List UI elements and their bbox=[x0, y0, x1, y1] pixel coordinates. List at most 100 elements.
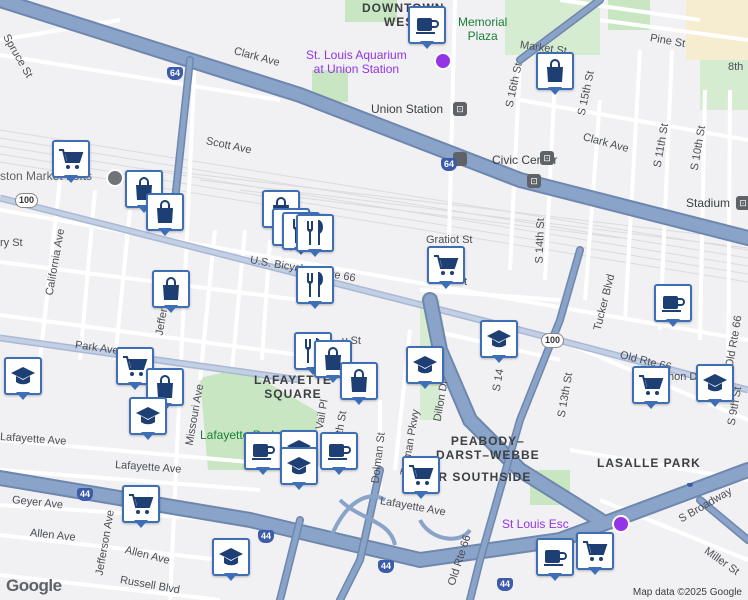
school-icon bbox=[406, 346, 444, 384]
marker-pointer bbox=[418, 381, 432, 389]
coffee-icon bbox=[536, 538, 574, 576]
cart-icon bbox=[402, 456, 440, 494]
marker-pointer bbox=[588, 567, 602, 575]
coffee-icon bbox=[408, 6, 446, 44]
coffee-place-marker[interactable] bbox=[244, 432, 282, 478]
fork-knife-place-marker[interactable] bbox=[296, 266, 334, 312]
cart-place-marker[interactable] bbox=[427, 246, 465, 292]
cart-icon bbox=[122, 485, 160, 523]
marker-pointer bbox=[64, 175, 78, 183]
train-station-icon: ⊡ bbox=[453, 102, 467, 116]
marker-pointer bbox=[326, 375, 340, 383]
marker-pointer bbox=[352, 397, 366, 405]
school-place-marker[interactable] bbox=[280, 447, 318, 493]
train-station-icon: ⊡ bbox=[540, 151, 554, 165]
interstate-44-shield: 44 bbox=[258, 530, 275, 543]
marker-pointer bbox=[128, 382, 142, 390]
fork-knife-place-marker[interactable] bbox=[296, 214, 334, 260]
marker-pointer bbox=[158, 228, 172, 236]
marker-pointer bbox=[548, 87, 562, 95]
school-icon bbox=[212, 538, 250, 576]
bag-icon bbox=[536, 52, 574, 90]
road-s-14th-st: S 14th St bbox=[533, 218, 548, 264]
bag-place-marker[interactable] bbox=[536, 52, 574, 98]
marker-pointer bbox=[256, 467, 270, 475]
cart-place-marker[interactable] bbox=[632, 366, 670, 412]
coffee-icon bbox=[244, 432, 282, 470]
marker-pointer bbox=[644, 401, 658, 409]
marker-pointer bbox=[308, 301, 322, 309]
interstate-44-shield: 44 bbox=[497, 578, 514, 591]
place-pin-icon[interactable] bbox=[612, 515, 630, 533]
neighborhood-lasalle-park: LASALLE PARK bbox=[597, 456, 701, 470]
marker-pointer bbox=[439, 281, 453, 289]
poi-st-louis-aquarium[interactable]: St. Louis Aquarium at Union Station bbox=[306, 48, 407, 76]
cart-icon bbox=[427, 246, 465, 284]
coffee-icon bbox=[320, 432, 358, 470]
interstate-44-shield: 44 bbox=[77, 488, 94, 501]
school-place-marker[interactable] bbox=[696, 364, 734, 410]
school-place-marker[interactable] bbox=[4, 357, 42, 403]
place-pin-icon[interactable] bbox=[106, 169, 124, 187]
neighborhood-peabody-darst-webbe: PEABODY– DARST–WEBBE bbox=[436, 434, 540, 462]
marker-pointer bbox=[164, 305, 178, 313]
cart-icon bbox=[632, 366, 670, 404]
school-place-marker[interactable] bbox=[480, 320, 518, 366]
road-ry-st: ry St bbox=[0, 237, 23, 249]
school-icon bbox=[4, 357, 42, 395]
road-gratiot-st: Gratiot St bbox=[426, 234, 473, 246]
marker-pointer bbox=[308, 249, 322, 257]
road-8th-st: 8th bbox=[728, 61, 744, 73]
cart-icon bbox=[52, 140, 90, 178]
train-station-icon: ⊡ bbox=[527, 174, 541, 188]
poi-stadium[interactable]: Stadium bbox=[686, 197, 730, 209]
google-logo: Google bbox=[6, 576, 62, 595]
state-route-100-shield: 100 bbox=[15, 193, 39, 208]
interstate-64-shield: 64 bbox=[441, 158, 458, 171]
school-icon bbox=[696, 364, 734, 402]
poi-st-louis-esc[interactable]: St Louis Esc bbox=[502, 517, 569, 531]
coffee-place-marker[interactable] bbox=[320, 432, 358, 478]
marker-pointer bbox=[16, 392, 30, 400]
map-canvas[interactable]: DOWNTOWN WEST LAFAYETTE SQUARE PEABODY– … bbox=[0, 0, 748, 600]
state-route-100-shield: 100 bbox=[541, 333, 565, 348]
marker-pointer bbox=[420, 41, 434, 49]
cart-place-marker[interactable] bbox=[122, 485, 160, 531]
interstate-64-shield: 64 bbox=[167, 67, 184, 80]
cart-place-marker[interactable] bbox=[402, 456, 440, 502]
school-icon bbox=[129, 397, 167, 435]
poi-union-station[interactable]: Union Station bbox=[371, 103, 443, 115]
cart-place-marker[interactable] bbox=[52, 140, 90, 186]
bag-place-marker[interactable] bbox=[146, 193, 184, 239]
fork-knife-icon bbox=[296, 214, 334, 252]
aquarium-pin-icon[interactable] bbox=[434, 52, 452, 70]
map-attribution: Map data ©2025 Google bbox=[632, 587, 742, 598]
poi-memorial-plaza[interactable]: Memorial Plaza bbox=[458, 15, 507, 43]
marker-pointer bbox=[141, 432, 155, 440]
school-icon bbox=[280, 447, 318, 485]
bag-place-marker[interactable] bbox=[340, 362, 378, 408]
school-place-marker[interactable] bbox=[406, 346, 444, 392]
school-place-marker[interactable] bbox=[129, 397, 167, 443]
bag-icon bbox=[152, 270, 190, 308]
marker-pointer bbox=[332, 467, 346, 475]
train-station-icon: ⊡ bbox=[736, 196, 748, 210]
marker-pointer bbox=[708, 399, 722, 407]
school-place-marker[interactable] bbox=[212, 538, 250, 584]
marker-pointer bbox=[134, 520, 148, 528]
school-icon bbox=[480, 320, 518, 358]
marker-pointer bbox=[548, 573, 562, 581]
bag-place-marker[interactable] bbox=[152, 270, 190, 316]
marker-pointer bbox=[292, 482, 306, 490]
coffee-place-marker[interactable] bbox=[654, 284, 692, 330]
cart-icon bbox=[576, 532, 614, 570]
coffee-icon bbox=[654, 284, 692, 322]
interstate-44-shield: 44 bbox=[378, 560, 395, 573]
cart-place-marker[interactable] bbox=[576, 532, 614, 578]
marker-pointer bbox=[224, 573, 238, 581]
coffee-place-marker[interactable] bbox=[408, 6, 446, 52]
marker-pointer bbox=[492, 355, 506, 363]
coffee-place-marker[interactable] bbox=[536, 538, 574, 584]
bag-icon bbox=[340, 362, 378, 400]
fork-knife-icon bbox=[296, 266, 334, 304]
